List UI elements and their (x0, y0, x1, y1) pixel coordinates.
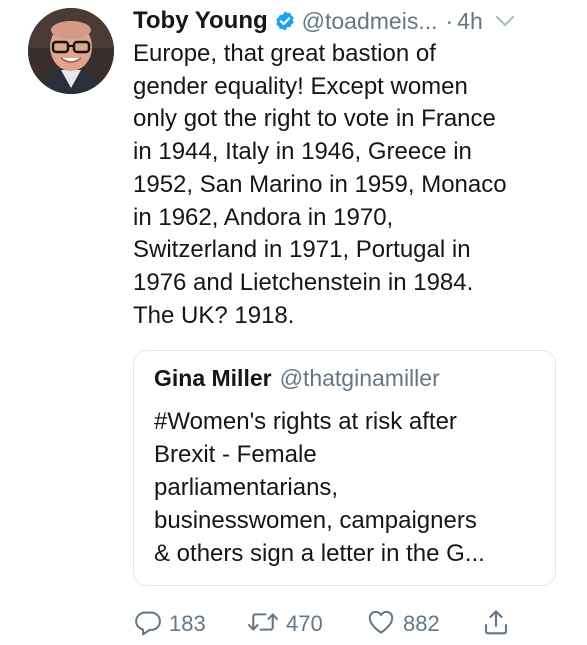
avatar[interactable] (28, 8, 114, 94)
tweet-text: Europe, that great bastion of gender equ… (133, 38, 565, 332)
tweet-text-line: 1952, San Marino in 1959, Monaco (133, 170, 507, 198)
avatar-photo (28, 8, 114, 94)
like-button[interactable]: 882 (365, 606, 440, 642)
reply-count: 183 (169, 611, 206, 636)
quoted-text-line: & others sign a letter in the G... (154, 540, 485, 567)
author-display-name[interactable]: Toby Young (133, 7, 268, 35)
tweet-text-line: only got the right to vote in France (133, 105, 496, 133)
retweet-count: 470 (286, 611, 323, 636)
quoted-author-handle: @thatginamiller (279, 365, 440, 391)
quoted-text-line: businesswomen, campaigners (154, 507, 477, 534)
reply-button[interactable]: 183 (133, 606, 206, 642)
retweet-icon (246, 607, 280, 642)
quoted-text-line: parliamentarians, (154, 474, 339, 501)
share-icon (481, 607, 511, 642)
quoted-tweet-text: #Women's rights at risk after Brexit - F… (154, 405, 544, 570)
tweet-text-line: 1976 and Lietchenstein in 1984. (133, 268, 474, 296)
tweet-text-line: in 1944, Italy in 1946, Greece in (133, 138, 472, 166)
tweet-actions: 183 470 882 (133, 606, 573, 642)
tweet-text-line: Switzerland in 1971, Portugal in (133, 236, 471, 264)
timestamp[interactable]: 4h (457, 8, 483, 35)
tweet: Toby Young @toadmeis... · 4h Europe, tha… (0, 0, 587, 645)
quoted-text-line: Brexit - Female (154, 441, 317, 468)
quoted-text-line: #Women's rights at risk after (154, 408, 457, 435)
quoted-tweet[interactable]: Gina Miller @thatginamiller #Women's rig… (133, 350, 556, 586)
tweet-text-line: in 1962, Andora in 1970, (133, 203, 394, 231)
heart-icon (365, 607, 397, 642)
author-handle[interactable]: @toadmeis... (302, 8, 438, 35)
tweet-text-line: gender equality! Except women (133, 72, 468, 100)
tweet-text-line: Europe, that great bastion of (133, 40, 436, 67)
tweet-text-line: The UK? 1918. (133, 301, 295, 329)
quoted-author-name: Gina Miller (154, 365, 272, 391)
separator-dot: · (445, 7, 454, 34)
reply-icon (133, 607, 163, 642)
verified-badge-icon (274, 10, 296, 32)
like-count: 882 (403, 611, 440, 636)
retweet-button[interactable]: 470 (246, 606, 323, 642)
share-button[interactable] (481, 606, 511, 642)
chevron-down-icon[interactable] (495, 14, 515, 28)
quoted-tweet-header: Gina Miller @thatginamiller (154, 365, 440, 392)
tweet-header: Toby Young @toadmeis... · 4h (133, 4, 577, 38)
